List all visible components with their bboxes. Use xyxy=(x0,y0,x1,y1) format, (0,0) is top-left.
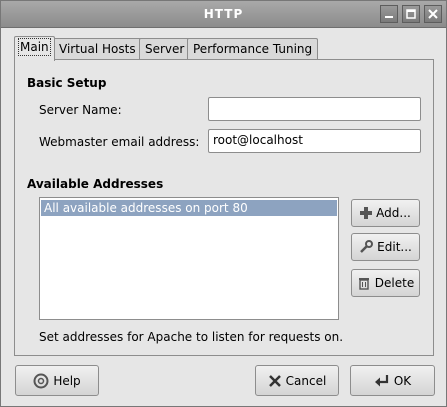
wrench-icon xyxy=(359,240,374,254)
tab-performance-tuning[interactable]: Performance Tuning xyxy=(187,38,319,60)
titlebar: HTTP xyxy=(1,1,446,28)
help-icon xyxy=(33,373,49,389)
webmaster-email-field[interactable]: root@localhost xyxy=(208,129,421,153)
add-icon xyxy=(360,207,373,219)
addresses-list[interactable]: All available addresses on port 80 xyxy=(39,197,339,320)
server-name-label: Server Name: xyxy=(39,103,122,117)
webmaster-email-label: Webmaster email address: xyxy=(39,135,200,149)
main-tab-panel: Basic Setup Server Name: Webmaster email… xyxy=(14,59,434,356)
addresses-help-text: Set addresses for Apache to listen for r… xyxy=(39,330,344,344)
cancel-button[interactable]: Cancel xyxy=(255,365,339,396)
add-button[interactable]: Add... xyxy=(351,199,420,227)
minimize-icon[interactable] xyxy=(380,5,398,23)
cancel-icon xyxy=(268,374,282,388)
ok-button[interactable]: OK xyxy=(350,365,435,396)
available-addresses-heading: Available Addresses xyxy=(27,177,164,191)
tab-virtual-hosts[interactable]: Virtual Hosts xyxy=(53,38,142,60)
list-item[interactable]: All available addresses on port 80 xyxy=(41,200,337,216)
enter-arrow-icon xyxy=(374,374,390,388)
basic-setup-heading: Basic Setup xyxy=(27,76,107,90)
server-name-field[interactable] xyxy=(208,97,421,121)
delete-button[interactable]: Delete xyxy=(351,269,420,297)
maximize-icon[interactable] xyxy=(402,5,420,23)
tab-main[interactable]: Main xyxy=(14,36,55,61)
close-icon[interactable] xyxy=(424,5,442,23)
help-button[interactable]: Help xyxy=(15,365,99,396)
trash-icon xyxy=(357,276,371,290)
edit-button[interactable]: Edit... xyxy=(351,233,420,261)
tab-server[interactable]: Server xyxy=(139,38,191,60)
http-dialog: HTTP Main Virtual Hosts Server Performan… xyxy=(0,0,447,407)
